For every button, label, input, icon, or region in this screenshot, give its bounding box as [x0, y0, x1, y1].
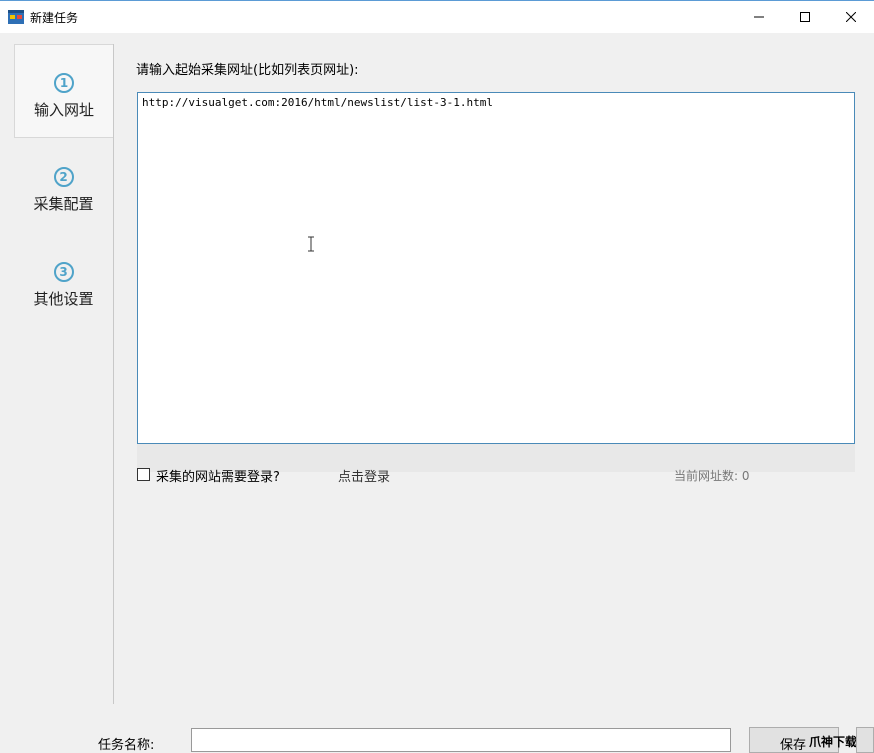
minimize-button[interactable]	[736, 1, 782, 33]
minimize-icon	[754, 16, 764, 18]
title-bar: 新建任务	[0, 0, 874, 33]
login-link[interactable]: 点击登录	[338, 466, 390, 485]
step-label: 其他设置	[33, 290, 94, 308]
url-textarea[interactable]: http://visualget.com:2016/html/newslist/…	[137, 92, 855, 444]
step-collect-config[interactable]: 2 采集配置	[14, 139, 113, 233]
task-name-input[interactable]	[191, 728, 731, 752]
step-number-badge: 3	[53, 262, 74, 282]
maximize-button[interactable]	[782, 1, 828, 33]
url-prompt-label: 请输入起始采集网址(比如列表页网址):	[136, 63, 359, 78]
steps-sidebar: 1 输入网址 2 采集配置 3 其他设置	[14, 44, 114, 704]
step-label: 输入网址	[33, 101, 94, 119]
text-cursor-icon	[308, 236, 314, 252]
url-count-text: 当前网址数: 0	[674, 469, 750, 483]
window-title: 新建任务	[30, 11, 79, 25]
step-number-badge: 2	[53, 167, 74, 187]
close-icon	[846, 12, 856, 22]
step-input-url[interactable]: 1 输入网址	[14, 44, 113, 138]
app-icon	[8, 10, 24, 24]
close-button[interactable]	[828, 1, 874, 33]
maximize-icon	[800, 12, 810, 22]
login-required-checkbox[interactable]	[137, 468, 150, 481]
step-label: 采集配置	[33, 195, 94, 213]
next-button[interactable]	[856, 727, 874, 753]
step-number-badge: 1	[54, 73, 74, 93]
task-name-label: 任务名称:	[98, 738, 155, 753]
step-other-settings[interactable]: 3 其他设置	[14, 234, 113, 328]
save-button-label: 保存	[780, 738, 807, 753]
login-required-label[interactable]: 采集的网站需要登录?	[156, 466, 280, 485]
